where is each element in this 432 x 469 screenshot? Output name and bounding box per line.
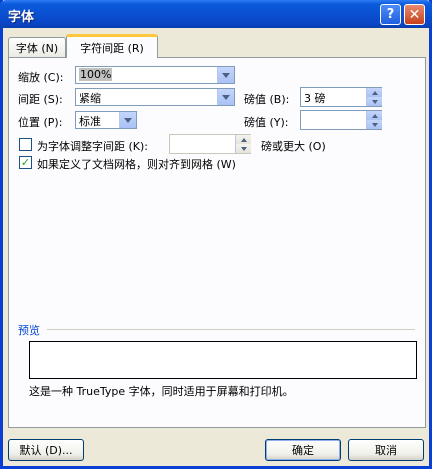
spin-up-icon[interactable]: [235, 135, 251, 144]
close-icon: ✕: [408, 6, 421, 23]
preview-divider: [47, 329, 415, 330]
scale-select[interactable]: 100%: [75, 66, 235, 84]
kerning-suffix-label: 磅或更大 (O): [261, 140, 326, 153]
cancel-button[interactable]: 取消: [348, 439, 424, 461]
chevron-down-icon[interactable]: [217, 67, 234, 83]
spin-up-icon[interactable]: [366, 111, 382, 120]
kerning-points-spinner[interactable]: [169, 134, 251, 154]
snap-to-grid-checkbox[interactable]: ✓: [19, 156, 32, 169]
kerning-checkbox[interactable]: [19, 138, 32, 151]
position-label: 位置 (P):: [18, 116, 63, 129]
spacing-label: 间距 (S):: [18, 93, 63, 106]
font-dialog: 字体 ? ✕ 字体 (N) 字符间距 (R) 缩放 (C): 100% 间距 (…: [0, 0, 432, 469]
ok-button[interactable]: 确定: [265, 439, 341, 461]
kerning-label: 为字体调整字间距 (K):: [37, 140, 148, 153]
spin-down-icon[interactable]: [235, 144, 251, 153]
preview-title: 预览: [18, 324, 40, 337]
scale-label: 缩放 (C):: [18, 71, 64, 84]
help-icon: ?: [386, 7, 395, 22]
tab-font[interactable]: 字体 (N): [8, 37, 66, 57]
spacing-points-spinner[interactable]: 3 磅: [300, 87, 382, 107]
default-button[interactable]: 默认 (D)...: [8, 439, 84, 461]
chevron-down-icon[interactable]: [119, 112, 136, 128]
checkmark-icon: ✓: [20, 156, 31, 169]
spacing-points-label: 磅值 (B):: [244, 93, 290, 106]
help-button[interactable]: ?: [380, 4, 401, 25]
position-points-label: 磅值 (Y):: [244, 116, 289, 129]
chevron-down-icon[interactable]: [217, 89, 234, 105]
preview-note: 这是一种 TrueType 字体，同时适用于屏幕和打印机。: [29, 385, 294, 398]
tab-character-spacing[interactable]: 字符间距 (R): [66, 34, 158, 58]
window-title: 字体: [8, 10, 35, 25]
close-button[interactable]: ✕: [404, 4, 425, 25]
preview-box: [29, 341, 417, 379]
position-select[interactable]: 标准: [75, 111, 137, 129]
spin-down-icon[interactable]: [366, 97, 382, 106]
spin-up-icon[interactable]: [366, 88, 382, 97]
snap-to-grid-label: 如果定义了文档网格，则对齐到网格 (W): [37, 158, 236, 171]
position-points-spinner[interactable]: [300, 110, 382, 130]
title-bar[interactable]: 字体 ? ✕: [0, 0, 432, 28]
spin-down-icon[interactable]: [366, 120, 382, 129]
spacing-select[interactable]: 紧缩: [75, 88, 235, 106]
